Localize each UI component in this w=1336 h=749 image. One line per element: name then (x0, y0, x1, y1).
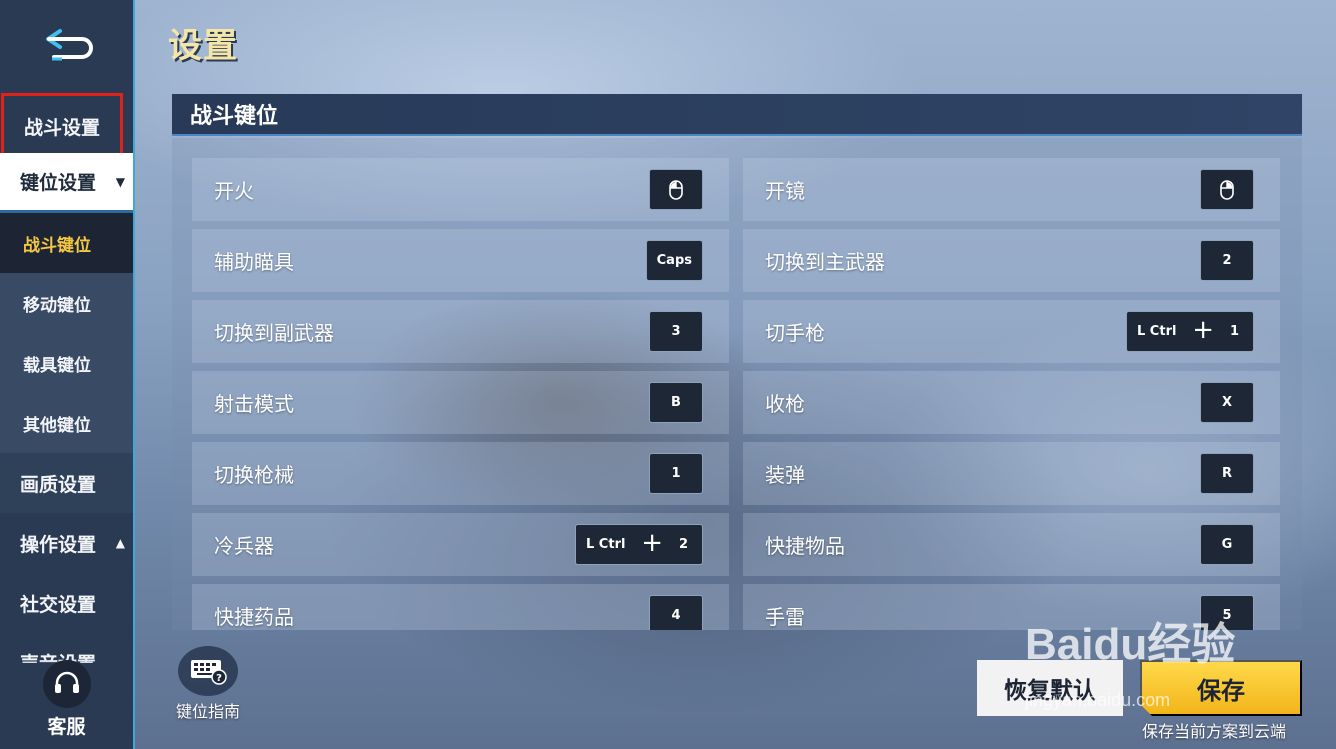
svg-text:?: ? (216, 673, 222, 684)
keybind-key: 2 (678, 537, 688, 552)
keybind-modifier: L Ctrl (586, 537, 626, 552)
panel-header: 战斗键位 (172, 94, 1302, 136)
customer-service-label: 客服 (47, 716, 86, 738)
keybind-key-button[interactable]: 1 (649, 453, 703, 494)
keybind-row-pistol[interactable]: 切手枪 L Ctrl + 1 (743, 300, 1280, 363)
keybind-key-button[interactable]: G (1200, 524, 1254, 565)
keybind-key-button[interactable]: R (1200, 453, 1254, 494)
sidebar-item-keybind-settings[interactable]: 键位设置 ▼ (0, 153, 133, 213)
keybind-guide-label: 键位指南 (175, 702, 240, 721)
sidebar-item-controls[interactable]: 操作设置 ▲ (0, 513, 133, 573)
caret-up-icon: ▲ (115, 536, 125, 550)
plus-icon: + (1192, 315, 1215, 345)
save-note: 保存当前方案到云端 (1142, 722, 1287, 741)
keybind-combo-key-button[interactable]: L Ctrl + 2 (575, 524, 703, 565)
keybind-row-fire[interactable]: 开火 (192, 158, 729, 221)
panel-header-label: 战斗键位 (190, 104, 279, 129)
keybind-combo-key-button[interactable]: L Ctrl + 1 (1126, 311, 1254, 352)
back-arrow-icon (46, 29, 93, 61)
keybind-action-label: 冷兵器 (214, 534, 274, 558)
keyboard-help-icon: ? (178, 646, 238, 696)
sidebar-item-label: 移动键位 (23, 295, 91, 316)
keybind-key-button[interactable]: 4 (649, 595, 703, 630)
keybind-action-label: 快捷物品 (765, 534, 845, 558)
sidebar-item-social[interactable]: 社交设置 (0, 573, 133, 633)
sidebar-subitem-other-keys[interactable]: 其他键位 (0, 393, 133, 453)
keybind-key-button[interactable]: Caps (645, 240, 703, 281)
keybind-row-aim-assist[interactable]: 辅助瞄具 Caps (192, 229, 729, 292)
keybind-modifier: L Ctrl (1137, 324, 1177, 339)
keybind-grid: 开火 开镜 辅助瞄具 Caps 切换到主武器 2 切换到副武器 3 切手枪 L … (192, 158, 1282, 630)
sidebar-item-label: 载具键位 (23, 355, 91, 376)
keybind-key-button[interactable]: 5 (1200, 595, 1254, 630)
sidebar-subitem-battle-keys[interactable]: 战斗键位 (0, 213, 133, 273)
keybind-key-button[interactable]: 2 (1200, 240, 1254, 281)
keybind-row-secondary-weapon[interactable]: 切换到副武器 3 (192, 300, 729, 363)
keybind-row-scope[interactable]: 开镜 (743, 158, 1280, 221)
keybind-row-melee[interactable]: 冷兵器 L Ctrl + 2 (192, 513, 729, 576)
sidebar-item-label: 键位设置 (20, 172, 97, 194)
keybind-action-label: 收枪 (765, 392, 805, 416)
back-button[interactable] (40, 22, 100, 64)
keybind-action-label: 切换到主武器 (765, 250, 885, 274)
keybind-guide-button[interactable]: ? 键位指南 (168, 646, 248, 722)
keybind-action-label: 开镜 (765, 179, 805, 203)
keybind-key-button[interactable]: 3 (649, 311, 703, 352)
keybind-row-primary-weapon[interactable]: 切换到主武器 2 (743, 229, 1280, 292)
keybind-action-label: 射击模式 (214, 392, 294, 416)
keybind-key-button[interactable]: X (1200, 382, 1254, 423)
plus-icon: + (641, 528, 664, 558)
sidebar-item-graphics[interactable]: 画质设置 (0, 453, 133, 513)
sidebar-subitem-vehicle-keys[interactable]: 载具键位 (0, 333, 133, 393)
keybind-action-label: 切手枪 (765, 321, 825, 345)
keybind-action-label: 切换枪械 (214, 463, 294, 487)
keybind-row-quick-item[interactable]: 快捷物品 G (743, 513, 1280, 576)
keybind-action-label: 手雷 (765, 605, 805, 629)
keybind-row-grenade[interactable]: 手雷 5 (743, 584, 1280, 630)
save-button[interactable]: 保存 (1140, 660, 1302, 716)
headset-icon (42, 660, 91, 708)
reset-default-button[interactable]: 恢复默认 (977, 660, 1123, 716)
sidebar-subitem-move-keys[interactable]: 移动键位 (0, 273, 133, 333)
keybind-row-holster[interactable]: 收枪 X (743, 371, 1280, 434)
sidebar-item-label: 社交设置 (20, 593, 97, 616)
sidebar: 战斗设置 键位设置 ▼ 战斗键位 移动键位 载具键位 其他键位 画质设置 操作设… (0, 0, 135, 749)
keybind-action-label: 装弹 (765, 463, 805, 487)
keybind-action-label: 辅助瞄具 (214, 250, 294, 274)
keybind-row-fire-mode[interactable]: 射击模式 B (192, 371, 729, 434)
keybind-key-button[interactable]: B (649, 382, 703, 423)
keybind-row-switch-weapon[interactable]: 切换枪械 1 (192, 442, 729, 505)
keybind-key-button[interactable] (1200, 169, 1254, 210)
sidebar-item-label: 其他键位 (23, 415, 91, 436)
caret-down-icon: ▼ (115, 174, 125, 189)
keybind-row-reload[interactable]: 装弹 R (743, 442, 1280, 505)
sidebar-item-label: 画质设置 (20, 473, 97, 496)
keybind-key-button[interactable] (649, 169, 703, 210)
keybind-action-label: 快捷药品 (214, 605, 294, 629)
customer-service-button[interactable]: 客服 (0, 659, 133, 749)
keybind-action-label: 切换到副武器 (214, 321, 334, 345)
page-title: 设置 (168, 26, 238, 66)
keybind-action-label: 开火 (214, 179, 254, 203)
sidebar-item-label: 操作设置 (20, 533, 97, 556)
keybind-list[interactable]: 开火 开镜 辅助瞄具 Caps 切换到主武器 2 切换到副武器 3 切手枪 L … (172, 138, 1302, 630)
sidebar-item-label: 战斗键位 (23, 235, 91, 256)
sidebar-item-battle-settings[interactable]: 战斗设置 (1, 93, 123, 159)
keybind-key: 1 (1229, 324, 1239, 339)
mouse-left-icon (669, 179, 683, 200)
keybind-row-quick-meds[interactable]: 快捷药品 4 (192, 584, 729, 630)
sidebar-item-label: 战斗设置 (24, 116, 101, 139)
mouse-right-icon (1220, 179, 1234, 200)
